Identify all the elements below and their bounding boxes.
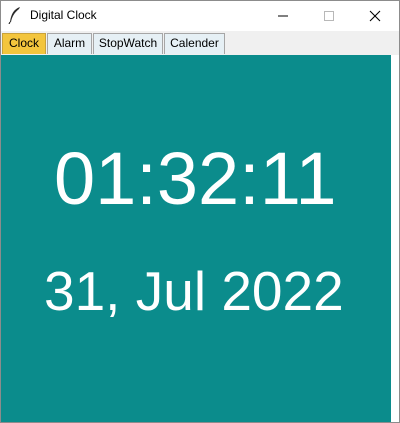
feather-icon: [8, 6, 22, 25]
maximize-button[interactable]: [306, 1, 352, 31]
tab-alarm[interactable]: Alarm: [47, 33, 92, 54]
tab-stopwatch[interactable]: StopWatch: [93, 33, 163, 54]
date-display: 31, Jul 2022: [44, 260, 344, 322]
close-icon: [369, 10, 381, 22]
tab-bar: Clock Alarm StopWatch Calender: [1, 31, 399, 55]
window-title: Digital Clock: [30, 8, 97, 22]
title-bar[interactable]: Digital Clock: [1, 1, 399, 31]
panel-edge: [391, 55, 399, 422]
tab-calender[interactable]: Calender: [164, 33, 225, 54]
close-button[interactable]: [352, 1, 398, 31]
minimize-button[interactable]: [260, 1, 306, 31]
time-display: 01:32:11: [54, 137, 337, 220]
minimize-icon: [278, 15, 288, 17]
tab-clock[interactable]: Clock: [2, 33, 46, 54]
clock-panel: [1, 55, 391, 422]
app-window: Digital Clock Clock Alarm StopWatch Cale…: [0, 0, 400, 423]
maximize-icon: [324, 11, 334, 21]
